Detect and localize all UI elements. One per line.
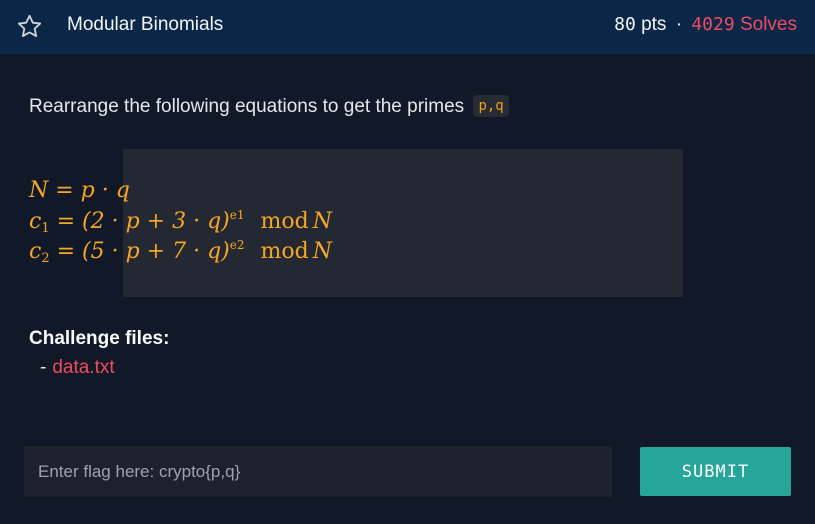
description-text: Rearrange the following equations to get…	[29, 96, 465, 117]
eq1-rhs: p · q	[80, 178, 130, 203]
eq3-exponent: e2	[229, 238, 245, 252]
points-value: 80	[614, 14, 636, 35]
eq1-lhs: N	[29, 178, 49, 203]
eq2-equals: =	[49, 209, 83, 234]
eq2-subscript: 1	[41, 221, 50, 236]
challenge-score: 80 pts · 4029 Solves	[614, 14, 797, 36]
challenge-files-heading: Challenge files:	[29, 328, 170, 349]
equation-1: N = p · q	[29, 178, 130, 203]
flag-input[interactable]	[24, 446, 612, 497]
eq3-equals: =	[49, 239, 83, 264]
eq3-subscript: 2	[41, 251, 50, 266]
challenge-header: Modular Binomials 80 pts · 4029 Solves	[0, 0, 815, 54]
eq2-lhs: c	[29, 209, 42, 234]
eq2-mod: mod	[260, 209, 309, 234]
score-separator: ·	[675, 14, 683, 35]
file-list-item: - data.txt	[40, 357, 115, 379]
eq3-lhs: c	[29, 239, 42, 264]
challenge-description: Rearrange the following equations to get…	[29, 95, 509, 118]
eq2-exponent: e1	[229, 208, 245, 222]
description-code: p,q	[473, 95, 509, 117]
challenge-title: Modular Binomials	[67, 14, 224, 35]
solves-value: 4029	[691, 14, 735, 35]
equation-2: c1 = (2 · p + 3 · q)e1 mod N	[29, 208, 332, 236]
equation-3: c2 = (5 · p + 7 · q)e2 mod N	[29, 238, 332, 266]
file-link-data-txt[interactable]: data.txt	[52, 357, 114, 378]
eq2-rhs: (2 · p + 3 · q)	[82, 209, 230, 234]
solves-count: 4029 Solves	[691, 14, 797, 35]
eq3-mod: mod	[260, 239, 309, 264]
star-outline-icon[interactable]	[16, 13, 43, 40]
eq1-equals: =	[48, 178, 81, 203]
eq3-modulus: N	[312, 239, 332, 264]
file-bullet: -	[40, 357, 47, 378]
solves-unit: Solves	[739, 14, 797, 35]
submit-button[interactable]: SUBMIT	[640, 447, 791, 496]
eq3-rhs: (5 · p + 7 · q)	[82, 239, 230, 264]
eq2-modulus: N	[312, 209, 332, 234]
points-unit: pts	[641, 14, 667, 35]
